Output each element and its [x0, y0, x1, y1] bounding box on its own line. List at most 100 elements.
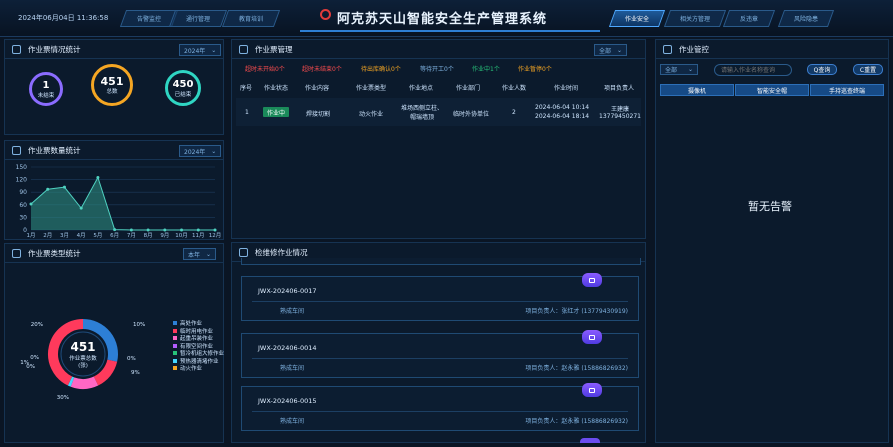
video-play-icon[interactable]: [582, 383, 602, 397]
col-dept: 作业部门: [456, 85, 481, 92]
tab-access-management[interactable]: 通行管理: [168, 10, 228, 27]
inspection-card[interactable]: JWX-202406-0017 熟成车间 项目负责人：张红才 (13779430…: [241, 273, 639, 321]
count-chart-year-select[interactable]: 2024年 ⌄: [179, 145, 222, 157]
chevron-down-icon: ⌄: [211, 46, 217, 54]
work-select[interactable]: 全部 ⌄: [594, 44, 628, 56]
page-title: 阿克苏天山智能安全生产管理系统: [337, 12, 548, 27]
type-chart-panel: 作业票类型统计 本年 ⌄ 451 作业票总数 (张) 20% 10% 0% 0% 9% 0% 1% 3…: [4, 243, 224, 443]
inspection-card[interactable]: JWX-202406-0014 熟成车间 项目负责人：赵永雅 (15886826…: [241, 330, 639, 378]
col-content: 作业内容: [305, 85, 330, 92]
search-input[interactable]: [714, 64, 792, 76]
legend-swatch: [173, 358, 177, 363]
video-play-icon[interactable]: [582, 273, 602, 287]
data-point: [163, 228, 167, 232]
filter-paused[interactable]: 作业暂停0个: [518, 64, 552, 73]
card-workshop: 熟成车间: [280, 308, 305, 315]
x-tick-label: 10月: [175, 232, 188, 238]
smart-helmet-button[interactable]: 智能安全帽: [735, 84, 809, 96]
row-time-start: 2024-06-04 10:14: [535, 104, 590, 111]
tab-work-safety[interactable]: 作业安全: [608, 10, 666, 27]
row-no: 1: [245, 109, 249, 116]
x-tick-label: 1月: [27, 232, 36, 238]
donut-slice: [70, 376, 99, 389]
card-workshop: 熟成车间: [280, 418, 305, 425]
datetime: 2024年06月04日 11:36:58: [18, 14, 109, 22]
inspection-card[interactable]: JWX-202406-0015 熟成车间 项目负责人：赵永雅 (15886826…: [241, 383, 639, 431]
filter-overdue-end[interactable]: 超时未结束0个: [302, 64, 342, 73]
card-leader: 项目负责人：张红才 (13779430919): [525, 308, 628, 315]
camera-button[interactable]: 摄像机: [660, 84, 734, 96]
tab-risk-hazard[interactable]: 风险隐患: [777, 10, 835, 27]
slice-label: 0%: [30, 355, 39, 361]
y-tick-label: 30: [19, 214, 27, 221]
filter-waiting-start[interactable]: 等待开工0个: [420, 64, 454, 73]
type-donut-chart: 451作业票总数(张)20% 10%0%0%9%0%1%30%: [20, 319, 145, 401]
handheld-terminal-button[interactable]: 手持巡查终端: [810, 84, 884, 96]
card-partial-bottom: [580, 438, 600, 443]
video-play-icon[interactable]: [582, 330, 602, 344]
ring-unfinished: 1 未结束: [29, 72, 63, 106]
filter-in-progress[interactable]: 作业中1个: [472, 64, 500, 73]
control-filter-select[interactable]: 全部 ⌄: [660, 64, 698, 75]
legend-swatch: [173, 351, 177, 355]
document-icon: [239, 247, 248, 257]
count-area-chart: 15012090603001月 2月 3月 4月 5月 6月 7月 8月 9月 10月 11月 12月: [16, 164, 222, 238]
donut-slice: [67, 376, 75, 387]
logo-icon: [320, 9, 331, 20]
chevron-down-icon: ⌄: [211, 147, 217, 155]
slice-label: 1%: [20, 360, 29, 366]
y-tick-label: 120: [16, 177, 28, 184]
count-chart-panel: 作业票数量统计 2024年 ⌄ 150 120 90 60 30 0 1月 2月 3月 4月 5月 6月…: [4, 140, 224, 240]
query-button[interactable]: Q查询: [807, 64, 837, 75]
col-leader: 项目负责人: [604, 85, 635, 92]
data-point: [213, 228, 217, 232]
data-point: [46, 187, 50, 191]
filter-pending-confirm[interactable]: 待出库确认0个: [361, 64, 401, 73]
card-partial-top: [241, 258, 641, 265]
tab-anti-violation[interactable]: 反违章: [722, 10, 776, 27]
col-no: 序号: [240, 85, 253, 92]
donut-center: [60, 331, 106, 377]
chart-icon: [12, 145, 21, 155]
donut-center-label: 作业票总数: [69, 354, 97, 362]
col-status: 作业状态: [264, 85, 289, 92]
ticket-icon: [12, 44, 21, 54]
list-icon: [239, 44, 248, 54]
data-point: [196, 228, 200, 232]
x-tick-label: 11月: [192, 232, 205, 238]
data-point: [79, 206, 83, 210]
area-fill: [31, 177, 215, 230]
legend-swatch: [173, 321, 177, 325]
col-count: 作业人数: [502, 85, 527, 92]
row-place-line1: 堆场西侧立柱、: [401, 105, 444, 112]
slice-label: 30%: [57, 395, 69, 401]
x-tick-label: 6月: [110, 232, 119, 238]
type-chart-select[interactable]: 本年 ⌄: [183, 248, 217, 260]
slice-label: 0%: [127, 356, 136, 362]
filter-overdue-start[interactable]: 超时未开始0个: [245, 64, 285, 73]
row-count: 2: [512, 109, 516, 116]
data-point: [29, 202, 33, 206]
chevron-down-icon: ⌄: [687, 66, 693, 73]
card-code: JWX-202406-0015: [258, 397, 317, 405]
chevron-down-icon: ⌄: [617, 46, 623, 54]
slice-label: 9%: [131, 370, 140, 376]
slice-label: 10%: [133, 322, 145, 328]
y-tick-label: 90: [19, 189, 27, 196]
y-tick-label: 60: [19, 202, 27, 209]
col-time: 作业时间: [554, 85, 579, 92]
slice-label: 20%: [31, 322, 43, 328]
data-point: [113, 228, 117, 232]
stats-year-select[interactable]: 2024年 ⌄: [179, 44, 222, 56]
row-time-end: 2024-06-04 18:14: [535, 113, 590, 120]
reset-button[interactable]: C重置: [853, 64, 883, 75]
count-chart-title: 作业票数量统计: [28, 145, 81, 155]
ring-finished: 450 已结束: [165, 70, 201, 106]
inspection-title: 检维修作业情况: [255, 247, 308, 257]
legend-swatch: [173, 366, 177, 370]
chevron-down-icon: ⌄: [206, 250, 212, 258]
legend-item: 动火作业: [173, 364, 202, 372]
tab-related-party[interactable]: 相关方管理: [663, 10, 727, 27]
data-point: [129, 228, 133, 232]
tab-education[interactable]: 教育培训: [221, 10, 281, 27]
